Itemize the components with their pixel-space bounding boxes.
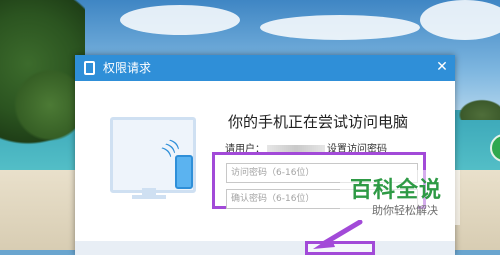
cloud <box>260 15 420 40</box>
watermark-subtitle: 助你轻松解决 <box>372 204 438 217</box>
island <box>452 95 500 120</box>
tablet-icon <box>84 61 95 75</box>
dialog-title: 权限请求 <box>103 61 152 75</box>
dialog-titlebar: 权限请求 ✕ <box>75 55 455 81</box>
watermark-title: 百科全说 <box>350 178 443 203</box>
dialog-footer <box>75 241 455 255</box>
arrow-icon <box>313 220 363 249</box>
permission-dialog: 权限请求 ✕ ))) 你的手机正在尝试访问电脑 请用户： 设置访问密码 <box>75 55 455 255</box>
close-button[interactable]: ✕ <box>433 58 451 76</box>
phone-icon <box>175 155 193 189</box>
cloud <box>120 5 240 35</box>
cloud <box>420 0 500 40</box>
monitor-base <box>132 195 166 199</box>
dialog-heading: 你的手机正在尝试访问电脑 <box>228 113 409 131</box>
